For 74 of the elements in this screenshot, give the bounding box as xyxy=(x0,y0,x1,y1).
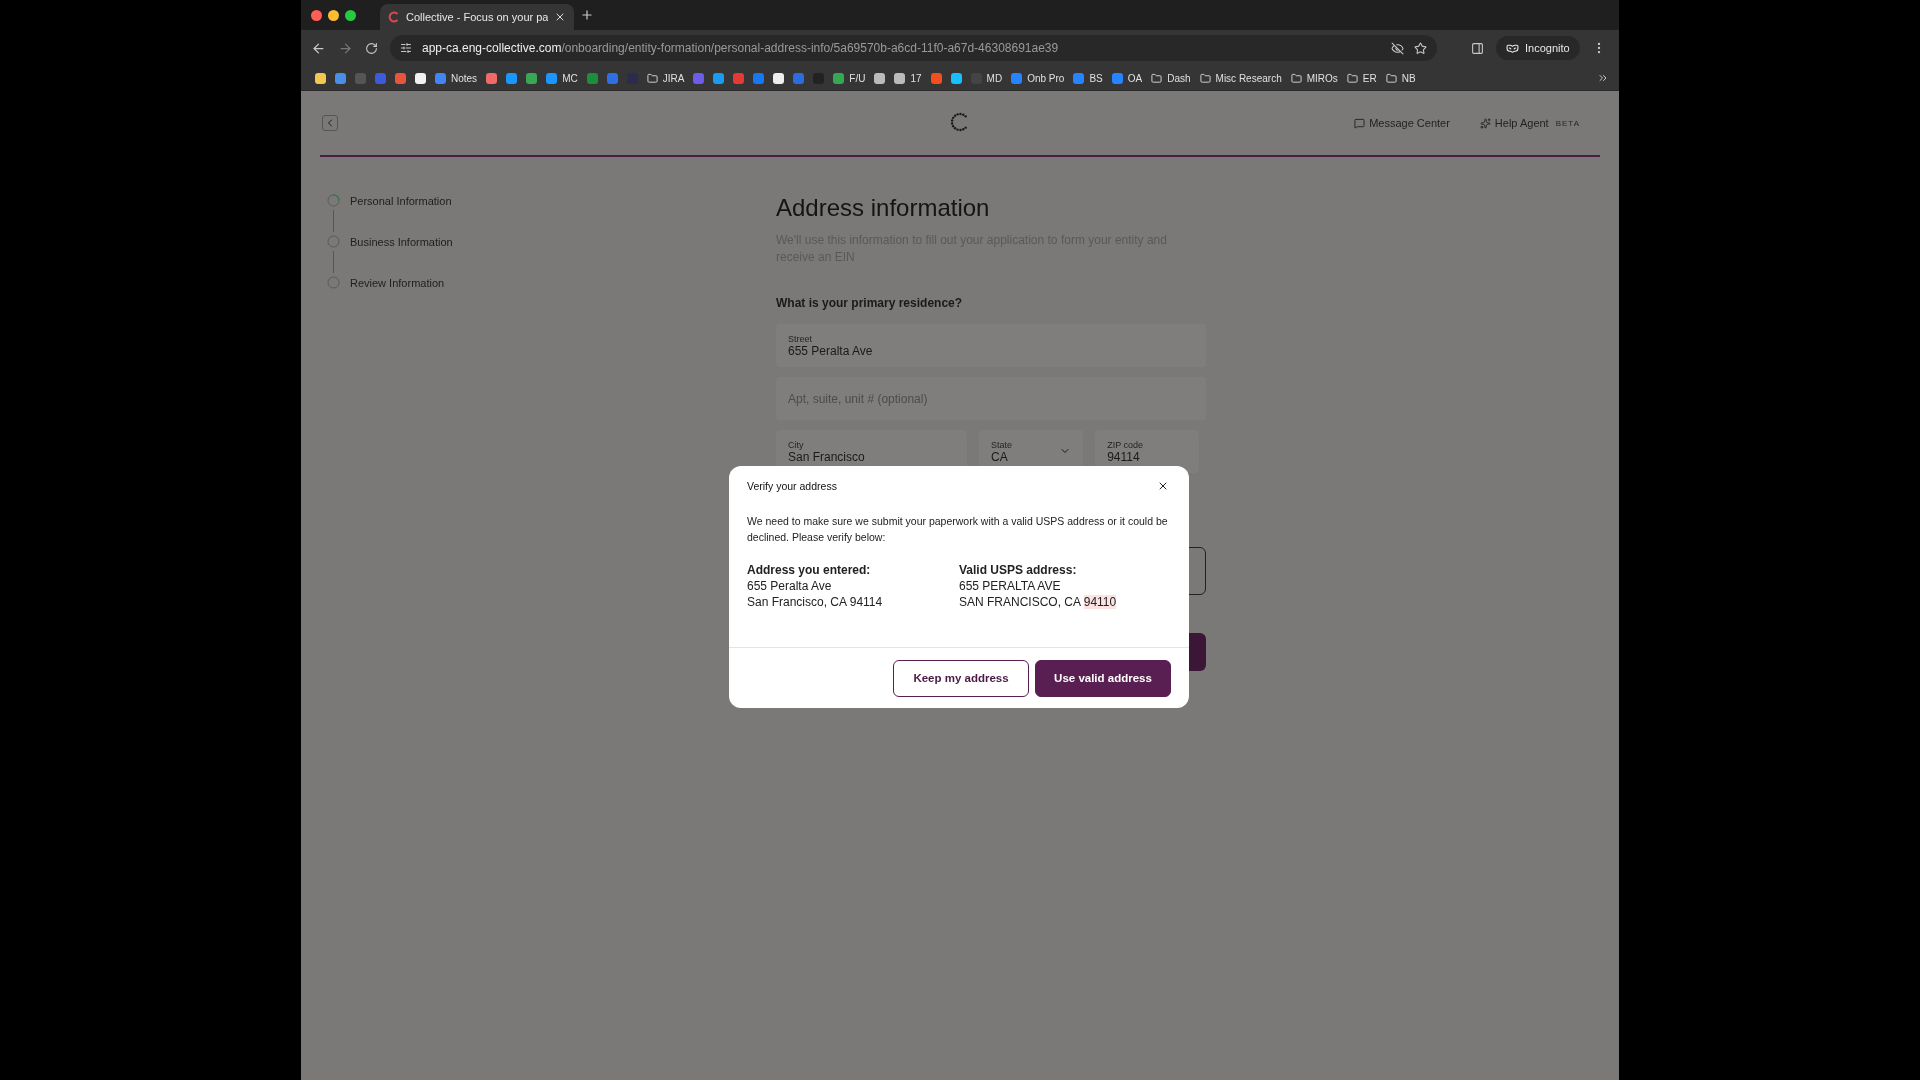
more-bookmarks-icon[interactable] xyxy=(1597,72,1609,84)
bookmark[interactable]: F/U xyxy=(833,72,866,84)
bookmark-icon[interactable] xyxy=(415,72,426,84)
question-label: What is your primary residence? xyxy=(776,296,964,310)
bookmark[interactable]: Dash xyxy=(1151,72,1191,84)
state-select[interactable]: CA xyxy=(991,449,1072,464)
bookmark[interactable]: BS xyxy=(1073,72,1103,84)
browser-tab[interactable]: Collective - Focus on your pa xyxy=(380,4,575,30)
message-icon xyxy=(1354,117,1366,129)
bookmark[interactable]: NB xyxy=(1385,72,1416,84)
folder-icon xyxy=(1346,72,1358,84)
address-line: SAN FRANCISCO, CA 94110 xyxy=(959,595,1118,609)
address-line: San Francisco, CA 94114 xyxy=(747,595,884,609)
bookmark[interactable]: ER xyxy=(1346,72,1377,84)
new-tab-icon[interactable] xyxy=(580,8,595,22)
bookmark[interactable]: Notes xyxy=(435,72,478,84)
input-field[interactable]: San Francisco xyxy=(788,449,955,464)
c-logo-icon xyxy=(388,11,400,23)
bookmark[interactable]: Misc Research xyxy=(1199,72,1282,84)
close-button[interactable] xyxy=(1157,480,1169,492)
field-label: City xyxy=(788,439,805,450)
address-bar[interactable]: app-ca.eng-collective.com/onboarding/entity-formation/personal-address-info/5a69570b-a6cd-11f0-a67d-46308691ae39 xyxy=(390,35,1437,61)
header-link[interactable]: Help Agent BETA xyxy=(1479,117,1580,129)
dialog-title: Verify your address xyxy=(747,480,837,492)
step-label: Business Information xyxy=(350,235,453,248)
bookmark-icon[interactable] xyxy=(773,72,785,84)
reload-icon[interactable] xyxy=(365,41,378,55)
header-link[interactable]: Message Center xyxy=(1354,117,1450,129)
bookmark[interactable]: MD xyxy=(970,72,1003,84)
side-panel-icon[interactable] xyxy=(1471,41,1484,55)
logo-icon xyxy=(950,112,970,132)
field-label: State xyxy=(991,439,1013,450)
minimize-window-button[interactable] xyxy=(328,9,339,21)
address-line: 655 PERALTA AVE xyxy=(959,579,1062,593)
tab-title: Collective - Focus on your pa xyxy=(406,11,549,23)
sparkle-icon xyxy=(1479,117,1491,129)
step-label: Review Information xyxy=(350,276,445,289)
zoom-window-button[interactable] xyxy=(345,9,356,21)
input-field[interactable]: 655 Peralta Ave xyxy=(788,343,1194,358)
bookmark[interactable]: Onb Pro xyxy=(1011,72,1065,84)
text-field[interactable]: Street 655 Peralta Ave xyxy=(776,324,1206,367)
page-title: Address information xyxy=(776,194,991,222)
use-valid-button[interactable]: Use valid address xyxy=(1035,659,1171,697)
bookmark[interactable]: MC xyxy=(546,72,578,84)
bookmark[interactable]: 17 xyxy=(894,72,922,84)
folder-icon xyxy=(646,72,658,84)
field-label: ZIP code xyxy=(1107,439,1144,450)
step-label: Personal Information xyxy=(350,194,452,207)
address-heading: Address you entered: xyxy=(747,563,872,577)
bookmark[interactable]: JIRA xyxy=(646,72,685,84)
bookmark-icon[interactable] xyxy=(950,72,962,84)
folder-icon xyxy=(1385,72,1397,84)
folder-icon xyxy=(1290,72,1302,84)
bookmark-star-icon[interactable] xyxy=(1414,41,1427,55)
folder-icon xyxy=(1199,72,1211,84)
forward-icon[interactable] xyxy=(338,40,353,56)
folder-icon xyxy=(1151,72,1163,84)
site-info-icon[interactable] xyxy=(400,42,412,54)
eye-off-icon[interactable] xyxy=(1391,41,1404,55)
keep-address-button[interactable]: Keep my address xyxy=(893,659,1029,697)
dialog-message: We need to make sure we submit your paperwork with a valid USPS address or it could be declined. Please verify below: xyxy=(747,514,1169,545)
bookmark[interactable]: OA xyxy=(1111,72,1143,84)
bookmark-icon[interactable] xyxy=(874,72,886,84)
incognito-badge[interactable]: Incognito xyxy=(1496,36,1580,60)
bookmark-icon[interactable] xyxy=(315,72,326,84)
bookmark[interactable]: MIROs xyxy=(1290,72,1338,84)
address-heading: Valid USPS address: xyxy=(959,563,1078,577)
input-field[interactable]: 94114 xyxy=(1107,449,1188,464)
close-icon xyxy=(1157,480,1169,492)
close-window-button[interactable] xyxy=(311,9,322,21)
address-line: 655 Peralta Ave xyxy=(747,579,833,593)
url-text: app-ca.eng-collective.com/onboarding/entity-formation/personal-address-info/5a69570b-a6cd-11f0-a67d-46308691ae39 xyxy=(422,41,1060,55)
field-label: Street xyxy=(788,333,813,344)
back-icon[interactable] xyxy=(311,40,326,56)
